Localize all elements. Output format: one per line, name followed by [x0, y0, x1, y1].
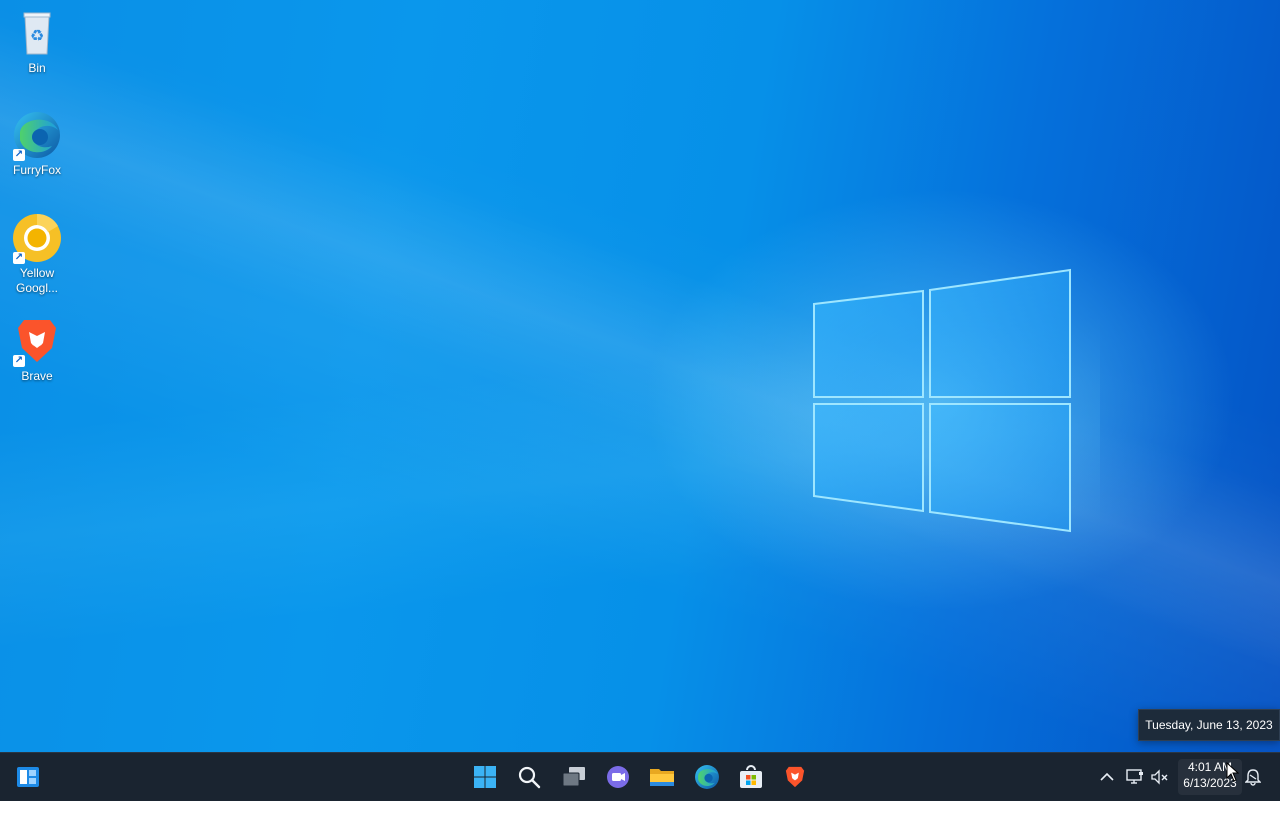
windows-logo-wallpaper — [813, 268, 1071, 533]
network-button[interactable] — [1123, 765, 1147, 789]
chevron-up-icon — [1100, 772, 1114, 781]
chrome-yellow-icon: ↗ — [12, 213, 62, 264]
date-tooltip: Tuesday, June 13, 2023 — [1138, 709, 1280, 741]
edge-taskbar-button[interactable] — [687, 757, 727, 797]
edge-icon — [695, 765, 719, 789]
shortcut-arrow-icon: ↗ — [13, 149, 25, 161]
task-view-button[interactable] — [554, 757, 594, 797]
search-button[interactable] — [509, 757, 549, 797]
desktop-icon-brave[interactable]: ↗ Brave — [6, 316, 68, 384]
desktop-icon-yellow-google[interactable]: ↗ Yellow Googl... — [6, 213, 68, 296]
store-button[interactable] — [731, 757, 771, 797]
notifications-button[interactable] — [1241, 765, 1265, 789]
desktop-icon-label: Brave — [21, 369, 53, 383]
show-hidden-icons-button[interactable] — [1095, 765, 1119, 789]
task-view-icon — [562, 767, 585, 787]
desktop-icon-recycle-bin[interactable]: ♻ Bin — [6, 8, 68, 76]
wallpaper-light-beam — [0, 0, 1280, 835]
shortcut-arrow-icon: ↗ — [13, 355, 25, 367]
file-explorer-icon — [650, 769, 674, 786]
shortcut-arrow-icon: ↗ — [13, 252, 25, 264]
file-explorer-button[interactable] — [642, 757, 682, 797]
widgets-button[interactable] — [8, 757, 48, 797]
brave-lion-icon: ↗ — [12, 316, 62, 367]
desktop-icon-furryfox[interactable]: ↗ FurryFox — [6, 110, 68, 178]
chat-button[interactable] — [598, 757, 638, 797]
desktop-icon-label: Bin — [28, 61, 46, 75]
taskbar: 4:01 AM 6/13/2023 — [0, 752, 1280, 801]
svg-text:♻: ♻ — [30, 28, 44, 45]
edge-browser-icon: ↗ — [12, 110, 62, 161]
start-button[interactable] — [465, 757, 505, 797]
store-icon — [740, 765, 762, 788]
brave-taskbar-button[interactable] — [775, 757, 815, 797]
start-icon — [474, 766, 496, 788]
volume-button[interactable] — [1148, 765, 1172, 789]
desktop-icon-label: FurryFox — [13, 163, 61, 177]
desktop-icon-label: Yellow Googl... — [15, 266, 59, 295]
network-icon — [1126, 769, 1143, 784]
brave-icon — [785, 766, 805, 788]
recycle-bin-icon: ♻ — [12, 8, 62, 58]
chat-icon — [607, 766, 629, 788]
notification-bell-icon — [1245, 769, 1261, 786]
search-icon — [518, 766, 541, 789]
volume-muted-icon — [1151, 769, 1168, 785]
desktop[interactable]: ♻ Bin ↗ FurryFox ↗ Yellow Googl... ↗ Bra… — [0, 0, 1280, 835]
widgets-icon — [17, 767, 39, 787]
mouse-cursor-icon — [1226, 762, 1240, 782]
